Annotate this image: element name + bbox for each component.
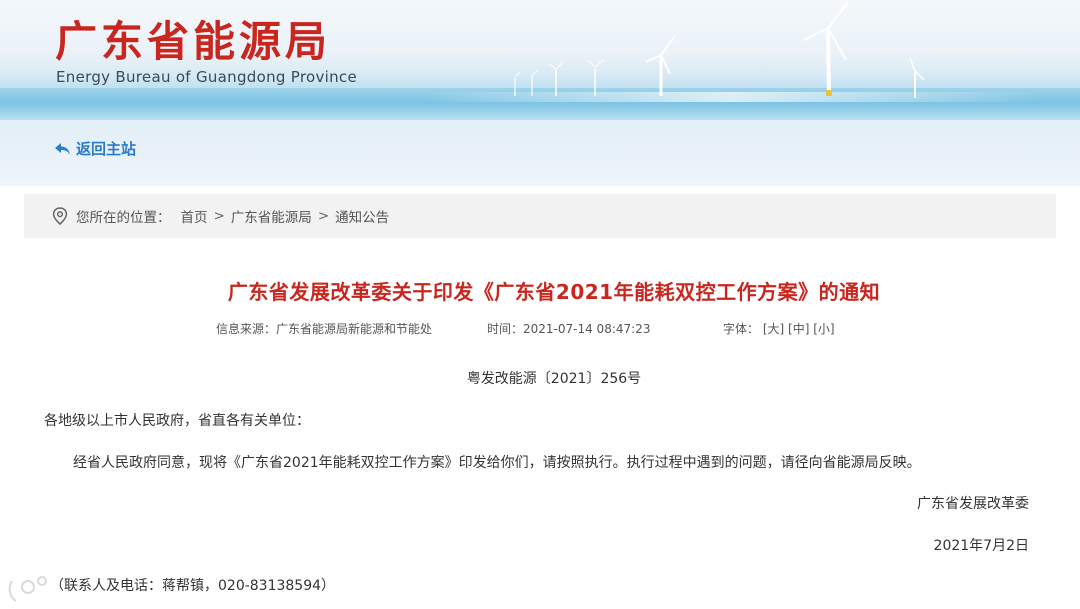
font-size-large-button[interactable]: [大] [763,322,784,336]
return-home-label: 返回主站 [76,140,137,158]
font-size-medium-button[interactable]: [中] [788,322,809,336]
breadcrumb-energy-bureau-link[interactable]: 广东省能源局 [231,206,312,226]
breadcrumb: 您所在的位置： 首页 > 广东省能源局 > 通知公告 [24,194,1056,238]
article-time: 时间：2021-07-14 08:47:23 [487,322,651,336]
font-size-controls: 字体： [大] [中] [小] [723,320,835,337]
body-paragraph: 经省人民政府同意，现将《广东省2021年能耗双控工作方案》印发给你们，请按照执行… [73,455,921,471]
article-title: 广东省发展改革委关于印发《广东省2021年能耗双控工作方案》的通知 [227,280,881,304]
breadcrumb-separator: > [317,208,330,224]
watermark-logo [8,576,47,602]
article-source: 信息来源：广东省能源局新能源和节能处 [216,322,433,336]
document-number: 粤发改能源〔2021〕256号 [466,371,642,387]
font-size-small-button[interactable]: [小] [813,322,834,336]
header-banner: 广东省能源局 Energy Bureau of Guangdong Provin… [0,0,1080,120]
back-arrow-icon [55,142,70,155]
font-size-label: 字体： [723,322,760,336]
addressee: 各地级以上市人民政府，省直各有关单位： [44,413,310,429]
breadcrumb-separator: > [213,208,225,224]
return-home-link[interactable]: 返回主站 [54,138,136,159]
signature: 广东省发展改革委 [917,496,1029,512]
site-logo-subtitle: Energy Bureau of Guangdong Province [56,68,358,86]
return-bar [0,120,1080,186]
breadcrumb-label: 您所在的位置： [76,210,171,226]
breadcrumb-notices-link[interactable]: 通知公告 [335,206,389,226]
issue-date: 2021年7月2日 [933,538,1029,554]
site-logo-title[interactable]: 广东省能源局 [55,8,331,69]
location-pin-icon [52,207,68,225]
breadcrumb-home-link[interactable]: 首页 [181,206,208,226]
